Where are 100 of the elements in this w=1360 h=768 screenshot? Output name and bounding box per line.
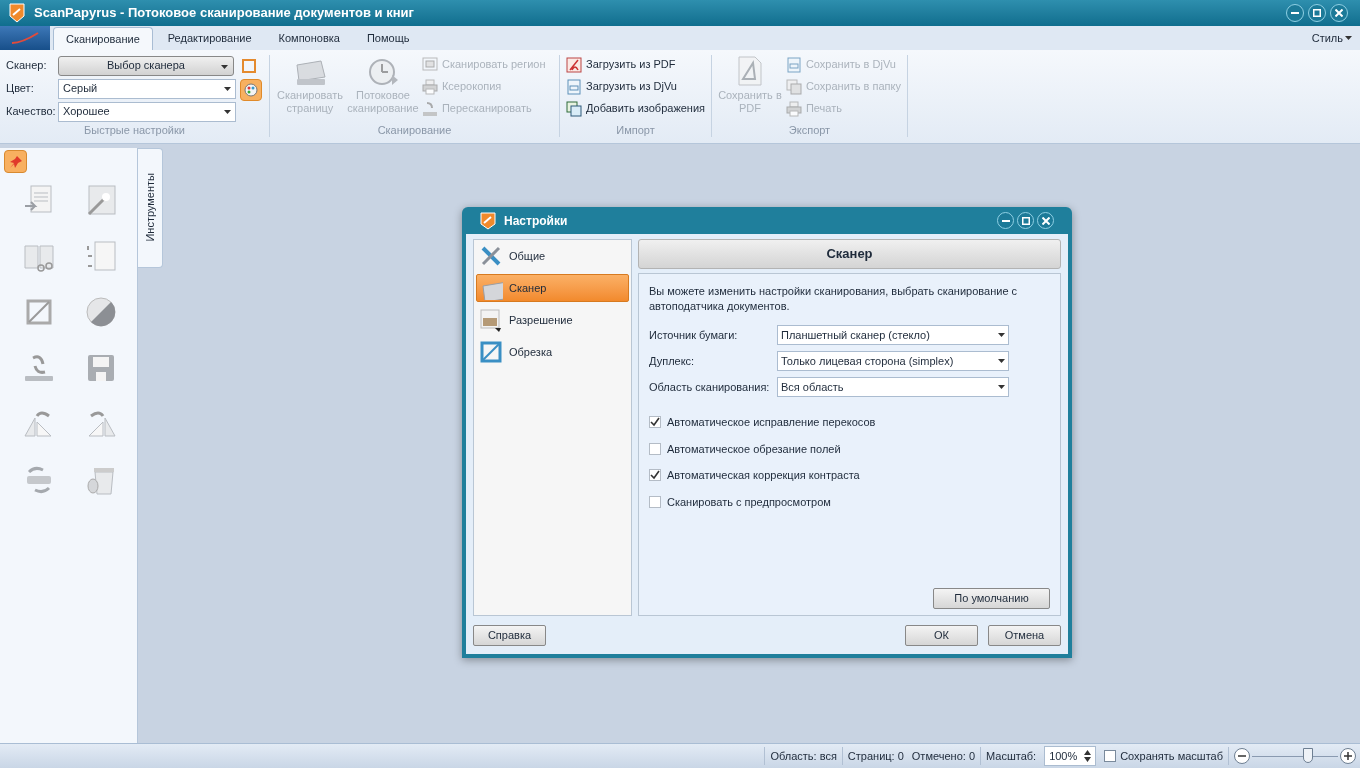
document-icon: [566, 78, 582, 95]
document-import-icon: [23, 184, 55, 216]
dropdown-field[interactable]: Вся область: [777, 377, 1009, 397]
minimize-icon: [1001, 219, 1010, 222]
tools-icon: [479, 244, 503, 268]
contrast-icon: [85, 296, 117, 328]
cancel-button[interactable]: Отмена: [988, 625, 1061, 646]
group-label: Быстрые настройки: [83, 123, 186, 137]
pdf-icon: [566, 56, 582, 73]
maximize-button[interactable]: [1017, 212, 1034, 229]
help-button[interactable]: Справка: [473, 625, 546, 646]
ribbon-tab[interactable]: Компоновка: [266, 27, 352, 50]
pin-icon: [7, 153, 24, 170]
caret-icon: [224, 109, 231, 114]
group-label: Экспорт: [787, 123, 832, 137]
document-icon: [785, 56, 802, 73]
app-menu-button[interactable]: [0, 26, 50, 50]
default-button[interactable]: По умолчанию: [933, 588, 1050, 609]
images-icon: [566, 100, 582, 117]
status-text: Область: вся: [770, 748, 837, 764]
slider-thumb[interactable]: [1302, 748, 1313, 763]
minus-icon: [1238, 752, 1246, 760]
magic-wand-icon: [85, 184, 117, 216]
checkbox[interactable]: [649, 495, 661, 508]
nav-item[interactable]: Обрезка: [476, 338, 629, 366]
checkbox[interactable]: [1104, 750, 1117, 762]
nav-item[interactable]: Сканер: [476, 274, 629, 302]
group-label: Импорт: [615, 123, 656, 137]
caret-icon: [998, 385, 1005, 389]
zoom-spinbox[interactable]: 100%: [1044, 746, 1097, 766]
check-icon: [650, 470, 660, 481]
ribbon-button[interactable]: Загрузить из DjVu: [566, 77, 706, 96]
scanner-select-button[interactable]: Выбор сканера: [58, 55, 234, 76]
dropdown-field[interactable]: Серый: [58, 78, 236, 99]
caret-icon: [1345, 36, 1352, 40]
region-icon: [421, 56, 438, 73]
checkbox-label: Автоматическое исправление перекосов: [667, 415, 876, 430]
checkbox[interactable]: [649, 442, 661, 455]
nav-item[interactable]: Общие: [476, 242, 629, 270]
group-label: Сканирование: [376, 123, 453, 137]
section-heading: Сканер: [638, 239, 1061, 269]
dot-grid-icon: [479, 308, 503, 332]
close-icon: [1335, 9, 1343, 17]
dropdown-field[interactable]: Только лицевая сторона (simplex): [777, 351, 1009, 371]
checkbox-label: Автоматическая коррекция контраста: [667, 468, 860, 483]
checkbox-label: Сохранять масштаб: [1120, 748, 1223, 764]
field-label: Цвет:: [6, 81, 35, 97]
style-menu[interactable]: Стиль: [1311, 27, 1352, 49]
close-button[interactable]: [1037, 212, 1054, 229]
rescan-icon: [421, 100, 438, 117]
frame-icon: [240, 57, 258, 75]
logo-icon: [8, 3, 26, 23]
zoom-slider[interactable]: [1252, 748, 1338, 764]
plus-icon: [1344, 752, 1352, 760]
dialog-title: Настройки: [504, 212, 569, 230]
close-icon: [1041, 216, 1050, 225]
dropdown-field[interactable]: Хорошее: [58, 101, 236, 122]
checkbox[interactable]: [649, 416, 661, 429]
checkbox[interactable]: [649, 469, 661, 482]
caret-icon: [998, 359, 1005, 363]
copy-icon: [785, 78, 802, 95]
field-label: Дуплекс:: [649, 353, 696, 369]
caret-icon: [998, 333, 1005, 337]
ribbon-tab[interactable]: Сканирование: [53, 27, 153, 50]
restore-button[interactable]: [1308, 4, 1326, 22]
status-text: Масштаб:: [986, 748, 1037, 764]
ribbon-tab[interactable]: Помощь: [354, 27, 422, 50]
check-icon: [650, 417, 660, 428]
contrast-tool[interactable]: [84, 295, 118, 329]
field-label: Сканер:: [6, 58, 48, 74]
spin-arrows-icon: [1084, 750, 1092, 762]
checkbox-label: Автоматическое обрезание полей: [667, 441, 841, 457]
caret-icon: [221, 64, 228, 69]
description-text: Вы можете изменить настройки сканирования, выбрать сканирование с автоподатчика документов.: [649, 284, 1019, 314]
zoom-out-button[interactable]: [1234, 748, 1250, 764]
ok-button[interactable]: ОК: [905, 625, 978, 646]
pin-button[interactable]: [4, 150, 27, 173]
rotate-scanner-icon: [23, 352, 55, 384]
minimize-button[interactable]: [997, 212, 1014, 229]
zoom-in-button[interactable]: [1340, 748, 1356, 764]
maximize-icon: [1021, 216, 1030, 225]
ribbon-button[interactable]: Загрузить из PDF: [566, 55, 706, 74]
restore-icon: [1313, 9, 1321, 17]
dropdown-field[interactable]: Планшетный сканер (стекло): [777, 325, 1009, 345]
numbered-page-icon: [85, 240, 117, 272]
caret-icon: [224, 86, 231, 91]
crop-icon: [479, 340, 503, 364]
minimize-button[interactable]: [1286, 4, 1304, 22]
field-label: Качество:: [6, 104, 57, 120]
numbered-page-tool[interactable]: [84, 239, 118, 273]
printer-icon: [421, 78, 438, 95]
ribbon-button[interactable]: Добавить изображения: [566, 99, 706, 118]
ribbon-tab[interactable]: Редактирование: [155, 27, 264, 50]
close-button[interactable]: [1330, 4, 1348, 22]
checkbox-label: Сканировать с предпросмотром: [667, 494, 831, 510]
pen-stroke-icon: [10, 31, 40, 45]
palette-button[interactable]: [240, 79, 262, 101]
nav-item[interactable]: Разрешение: [476, 306, 629, 334]
field-label: Источник бумаги:: [649, 327, 739, 343]
field-label: Область сканирования:: [649, 379, 771, 395]
